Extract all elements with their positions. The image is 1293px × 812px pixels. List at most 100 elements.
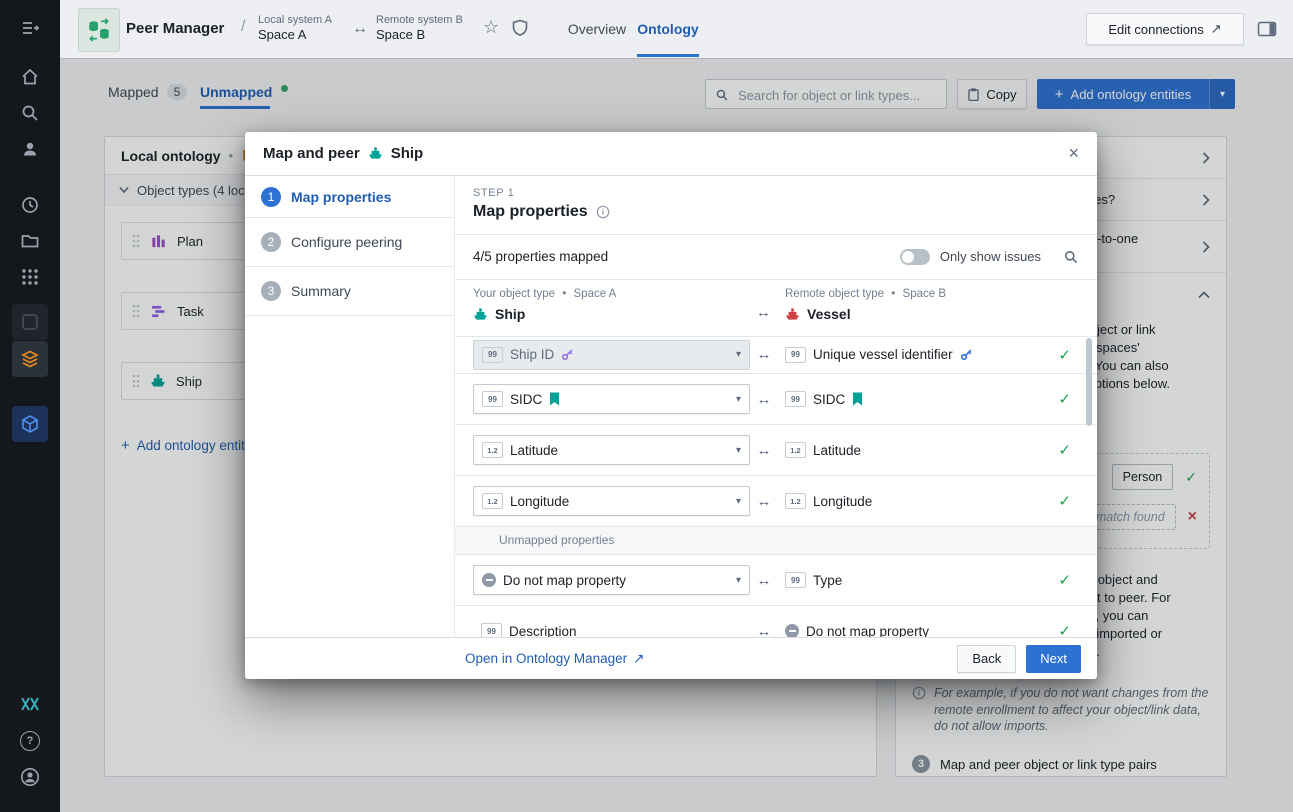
caret-down-icon: ▾ (736, 575, 741, 586)
tab-ontology-label: Ontology (637, 21, 698, 37)
step-label: Configure peering (291, 234, 402, 250)
remote-property: 1.2 Longitude (785, 493, 872, 509)
brand-icon[interactable] (18, 692, 42, 716)
step-label: Map properties (291, 189, 391, 205)
your-entity-name: Ship (495, 306, 525, 322)
step-heading: Map properties (473, 203, 588, 221)
step-configure-peering[interactable]: 2 Configure peering (245, 218, 454, 267)
string-type-icon: 99 (785, 391, 806, 407)
remote-system-block: Remote system B Space B (376, 14, 463, 42)
info-icon[interactable] (596, 205, 610, 219)
peer-manager-app-icon[interactable] (78, 8, 120, 52)
property-search-icon[interactable] (1063, 249, 1079, 265)
dot-separator: • (891, 288, 895, 300)
shield-icon[interactable] (511, 19, 529, 37)
footer-buttons: Back Next (957, 645, 1081, 673)
next-button[interactable]: Next (1026, 645, 1081, 673)
help-question-glyph: ? (20, 731, 40, 751)
mapping-row-longitude: 1.2 Longitude ▾ ↔ 1.2 Longitude ✓ (455, 476, 1097, 527)
step-eyebrow: STEP 1 (473, 187, 514, 199)
string-type-icon: 99 (481, 623, 502, 637)
toggle-knob (902, 251, 914, 263)
tab-ontology[interactable]: Ontology (637, 0, 699, 57)
property-select[interactable]: Do not map property ▾ (473, 565, 750, 595)
cube-app-icon[interactable] (12, 406, 48, 442)
property-name: Unique vessel identifier (813, 347, 953, 362)
map-arrow-icon: ↔ (756, 346, 772, 363)
double-type-icon: 1.2 (482, 493, 503, 509)
remote-property: 1.2 Latitude (785, 442, 861, 458)
property-select[interactable]: 99 Ship ID ▾ (473, 340, 750, 370)
bookmark-icon (549, 392, 560, 406)
dot-separator: • (562, 288, 566, 300)
open-ontology-manager-link[interactable]: Open in Ontology Manager ↗ (465, 651, 644, 667)
ontology-app-icon[interactable] (12, 341, 48, 377)
step-map-properties[interactable]: 1 Map properties (245, 176, 454, 218)
step-number-badge: 2 (261, 232, 281, 252)
mapped-check-icon: ✓ (1058, 492, 1071, 510)
folder-icon[interactable] (18, 229, 42, 253)
local-property: 99 Description (473, 623, 750, 637)
map-arrow-icon: ↔ (756, 391, 772, 408)
tab-overview[interactable]: Overview (565, 0, 629, 57)
people-icon[interactable] (18, 137, 42, 161)
property-select[interactable]: 1.2 Longitude ▾ (473, 486, 750, 516)
modal-list-scrollbar[interactable] (1086, 338, 1092, 426)
profile-icon[interactable] (18, 765, 42, 789)
modal-step-content: STEP 1 Map properties 4/5 properties map… (455, 176, 1097, 637)
home-icon[interactable] (18, 65, 42, 89)
remote-property: 99 Unique vessel identifier (785, 347, 973, 363)
mapping-column-headers: Your object type • Space A Ship ↔ Remote… (455, 280, 1097, 337)
tab-ontology-underline (637, 54, 699, 57)
property-name: Latitude (510, 443, 558, 458)
mapped-check-icon: ✓ (1058, 622, 1071, 637)
back-button[interactable]: Back (957, 645, 1016, 673)
property-name: Description (509, 624, 577, 638)
double-type-icon: 1.2 (482, 442, 503, 458)
double-type-icon: 1.2 (785, 442, 806, 458)
mapping-summary-bar: 4/5 properties mapped Only show issues (455, 234, 1097, 280)
property-select[interactable]: 99 SIDC ▾ (473, 384, 750, 414)
search-nav-icon[interactable] (18, 101, 42, 125)
map-arrow-icon: ↔ (756, 493, 772, 510)
close-icon[interactable]: × (1068, 143, 1079, 164)
step-summary[interactable]: 3 Summary (245, 267, 454, 316)
menu-expand-icon[interactable] (18, 16, 42, 40)
map-arrow-icon: ↔ (756, 442, 772, 459)
property-name: Longitude (510, 494, 569, 509)
external-arrow-icon: ↗ (1211, 21, 1222, 37)
property-name: Do not map property (503, 573, 626, 588)
open-ontology-manager-label: Open in Ontology Manager (465, 651, 627, 666)
local-space-name: Space A (258, 27, 306, 42)
panel-layout-button[interactable] (1252, 14, 1282, 44)
unmapped-section-header: Unmapped properties (455, 527, 1097, 555)
step-number-badge: 1 (261, 187, 281, 207)
primary-key-icon (561, 348, 574, 361)
step-label: Summary (291, 283, 351, 299)
only-show-issues-toggle[interactable] (900, 249, 930, 265)
local-system-label: Local system A (258, 14, 332, 27)
apps-grid-icon[interactable] (18, 265, 42, 289)
your-entity: Ship (473, 306, 525, 322)
property-name: Type (813, 573, 842, 588)
edit-connections-button[interactable]: Edit connections ↗ (1086, 13, 1244, 45)
string-type-icon: 99 (785, 572, 806, 588)
help-icon[interactable]: ? (18, 729, 42, 753)
property-select[interactable]: 1.2 Latitude ▾ (473, 435, 750, 465)
history-icon[interactable] (18, 193, 42, 217)
property-name: SIDC (510, 392, 542, 407)
your-object-type-label: Your object type (473, 288, 555, 300)
favorite-star-icon[interactable]: ☆ (483, 17, 499, 38)
modal-steps: 1 Map properties 2 Configure peering 3 S… (245, 176, 455, 637)
mapped-check-icon: ✓ (1058, 571, 1071, 589)
app-tile-icon[interactable] (12, 304, 48, 340)
caret-down-icon: ▾ (736, 496, 741, 507)
string-type-icon: 99 (482, 391, 503, 407)
map-arrow-icon: ↔ (756, 572, 772, 589)
double-type-icon: 1.2 (785, 493, 806, 509)
do-not-map-icon (482, 573, 496, 587)
ship-entity-icon (473, 307, 488, 322)
mapping-row-type: Do not map property ▾ ↔ 99 Type ✓ (455, 555, 1097, 606)
remote-object-type-label: Remote object type (785, 288, 884, 300)
caret-down-icon: ▾ (736, 445, 741, 456)
